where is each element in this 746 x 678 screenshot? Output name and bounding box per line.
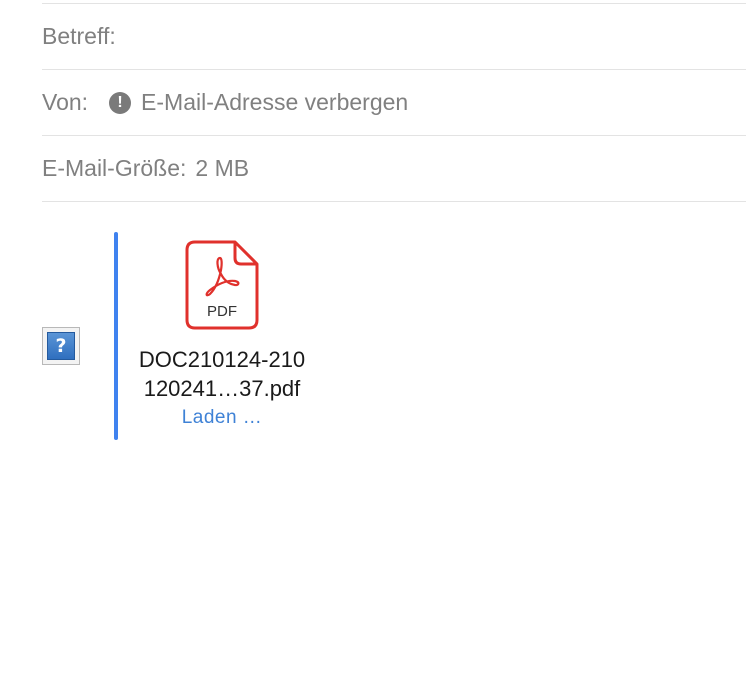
attachment-filename-line-2: 120241…37.pdf xyxy=(143,376,301,401)
load-attachment-link[interactable]: Laden … xyxy=(182,407,263,429)
broken-image-placeholder: ? xyxy=(42,327,80,365)
subject-row: Betreff: xyxy=(42,3,746,70)
pdf-attachment[interactable]: PDF DOC210124-210 120241…37.pdf Laden … xyxy=(118,240,326,429)
pdf-file-type: PDF xyxy=(207,303,237,320)
from-value[interactable]: E-Mail-Adresse verbergen xyxy=(141,89,408,116)
exclamation-circle-icon: ! xyxy=(109,91,132,114)
attachment-filename: DOC210124-210 120241…37.pdf xyxy=(139,345,305,403)
pdf-file-icon: PDF xyxy=(185,240,259,330)
subject-label: Betreff: xyxy=(42,22,116,49)
size-row: E-Mail-Größe: 2 MB xyxy=(42,135,746,202)
from-label: Von: xyxy=(42,88,89,115)
size-label: E-Mail-Größe: xyxy=(42,154,187,181)
attachment-filename-line-1: DOC210124-210 xyxy=(138,347,306,372)
size-value: 2 MB xyxy=(195,154,250,181)
from-row: Von: ! E-Mail-Adresse verbergen xyxy=(42,69,746,136)
question-mark-icon: ? xyxy=(47,332,75,360)
